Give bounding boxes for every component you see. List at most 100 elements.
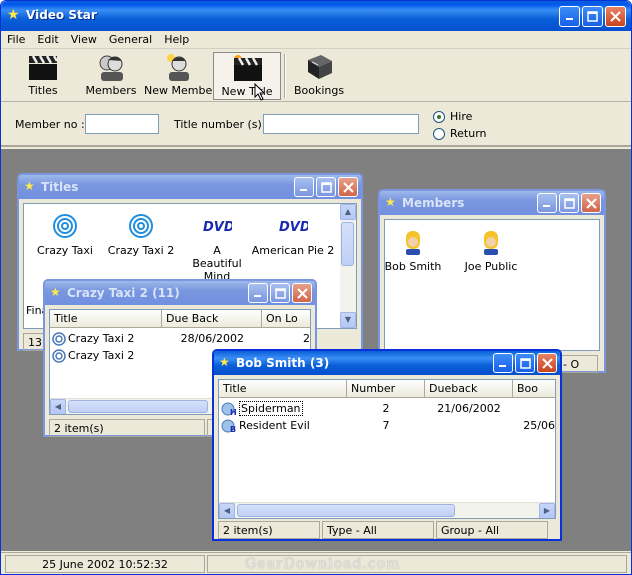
table-row[interactable]: H Spiderman 2 21/06/2002 bbox=[219, 400, 555, 417]
scroll-thumb[interactable] bbox=[68, 400, 208, 413]
row-title: Resident Evil bbox=[239, 419, 310, 432]
titles-window-title: Titles bbox=[41, 180, 79, 194]
crazy-close-button[interactable] bbox=[292, 283, 312, 303]
toolbar-separator bbox=[284, 54, 286, 98]
new-member-icon bbox=[167, 54, 189, 81]
scroll-left-button[interactable]: ◀ bbox=[50, 399, 66, 414]
titles-vertical-scrollbar[interactable]: ▲ ▼ bbox=[340, 204, 356, 328]
column-header-dueback[interactable]: Dueback bbox=[425, 380, 513, 398]
members-status-text: - O bbox=[558, 355, 598, 373]
status-datetime: 25 June 2002 10:52:32 bbox=[5, 555, 205, 573]
hire-form: Member no : Title number (s) : Hire Retu… bbox=[1, 103, 631, 147]
return-radio-dot[interactable] bbox=[433, 127, 445, 140]
disc-hire-icon: H bbox=[221, 402, 237, 416]
titles-button[interactable]: Titles bbox=[10, 52, 76, 100]
member-no-input[interactable] bbox=[85, 114, 159, 134]
title-item[interactable]: Crazy Taxi bbox=[25, 208, 105, 257]
scroll-down-button[interactable]: ▼ bbox=[340, 312, 356, 328]
members-minimize-button[interactable] bbox=[537, 193, 557, 213]
member-item[interactable]: Joe Public bbox=[451, 224, 531, 273]
table-row[interactable]: B Resident Evil 7 25/06 bbox=[219, 417, 555, 434]
bob-status-group: Group - All bbox=[436, 521, 548, 539]
titles-window-titlebar[interactable]: ★ Titles bbox=[19, 175, 361, 199]
menu-file[interactable]: File bbox=[1, 31, 31, 48]
hire-radio-label: Hire bbox=[450, 110, 473, 123]
mouse-cursor-icon bbox=[254, 83, 266, 101]
scroll-left-button[interactable]: ◀ bbox=[219, 503, 235, 518]
bob-smith-window-titlebar[interactable]: ★ Bob Smith (3) bbox=[214, 351, 560, 375]
scroll-right-button[interactable]: ▶ bbox=[539, 503, 555, 518]
maximize-icon bbox=[320, 182, 332, 193]
dvd-logo-icon: DVD bbox=[279, 220, 308, 235]
maximize-icon bbox=[563, 198, 575, 209]
members-window-titlebar[interactable]: ★ Members bbox=[380, 191, 604, 215]
column-header-on-loan[interactable]: On Lo bbox=[262, 310, 310, 328]
close-button[interactable] bbox=[605, 6, 626, 27]
new-member-button[interactable]: New Member bbox=[144, 52, 217, 100]
titles-maximize-button[interactable] bbox=[316, 177, 336, 197]
crazy-maximize-button[interactable] bbox=[270, 283, 290, 303]
title-bar[interactable]: ★ Video Star bbox=[1, 1, 631, 31]
return-radio[interactable]: Return bbox=[433, 127, 487, 140]
title-item-label: Crazy Taxi 2 bbox=[107, 244, 175, 257]
titles-label: Titles bbox=[28, 84, 58, 97]
member-no-label: Member no : bbox=[15, 118, 85, 131]
title-item-label: American Pie 2 bbox=[251, 244, 335, 257]
title-item-label: A Beautiful Mind bbox=[192, 244, 242, 283]
new-member-label: New Member bbox=[144, 84, 217, 97]
star-icon: ★ bbox=[219, 355, 230, 369]
crazy-minimize-button[interactable] bbox=[248, 283, 268, 303]
svg-text:B: B bbox=[230, 425, 236, 433]
title-number-input[interactable] bbox=[263, 114, 419, 134]
scroll-up-button[interactable]: ▲ bbox=[340, 204, 356, 220]
maximize-button[interactable] bbox=[582, 6, 603, 27]
column-header-number[interactable]: Number bbox=[347, 380, 425, 398]
title-item[interactable]: Crazy Taxi 2 bbox=[101, 208, 181, 257]
minimize-button[interactable] bbox=[559, 6, 580, 27]
star-icon: ★ bbox=[24, 179, 35, 193]
crazy-status-count: 2 item(s) bbox=[49, 419, 205, 437]
titles-minimize-button[interactable] bbox=[294, 177, 314, 197]
bob-horizontal-scrollbar[interactable]: ◀ ▶ bbox=[219, 502, 555, 518]
menu-help[interactable]: Help bbox=[158, 31, 195, 48]
bob-status-count: 2 item(s) bbox=[218, 521, 320, 539]
new-title-button[interactable]: New Title bbox=[213, 52, 281, 101]
members-maximize-button[interactable] bbox=[559, 193, 579, 213]
menu-view[interactable]: View bbox=[65, 31, 103, 48]
member-item[interactable]: Bob Smith bbox=[385, 224, 453, 273]
hire-radio-dot[interactable] bbox=[433, 110, 445, 123]
close-icon bbox=[296, 288, 308, 299]
title-item-label: Crazy Taxi bbox=[37, 244, 93, 257]
bob-maximize-button[interactable] bbox=[515, 353, 535, 373]
title-item[interactable]: DVD American Pie 2 bbox=[251, 208, 335, 257]
column-header-title[interactable]: Title bbox=[50, 310, 162, 328]
crazy-taxi-window-titlebar[interactable]: ★ Crazy Taxi 2 (11) bbox=[45, 281, 315, 305]
close-icon bbox=[541, 358, 553, 369]
scroll-thumb[interactable] bbox=[237, 504, 455, 517]
row-due-back: 28/06/2002 bbox=[180, 332, 244, 345]
members-button[interactable]: Members bbox=[78, 52, 144, 100]
crazy-taxi-table-header: Title Due Back On Lo bbox=[50, 310, 310, 328]
column-header-booked[interactable]: Boo bbox=[513, 380, 555, 398]
row-number: 7 bbox=[382, 419, 390, 432]
column-header-due-back[interactable]: Due Back bbox=[162, 310, 262, 328]
table-row[interactable]: Crazy Taxi 2 28/06/2002 2 bbox=[50, 330, 310, 347]
menu-edit[interactable]: Edit bbox=[31, 31, 64, 48]
column-header-title[interactable]: Title bbox=[219, 380, 347, 398]
disc-swirl-icon bbox=[52, 348, 66, 363]
bob-minimize-button[interactable] bbox=[493, 353, 513, 373]
menu-general[interactable]: General bbox=[103, 31, 158, 48]
hire-radio[interactable]: Hire bbox=[433, 110, 472, 123]
disc-booked-icon: B bbox=[221, 419, 236, 433]
bookings-button[interactable]: Bookings bbox=[287, 52, 351, 100]
star-icon: ★ bbox=[7, 7, 20, 23]
titles-close-button[interactable] bbox=[338, 177, 358, 197]
new-title-label: New Title bbox=[221, 85, 273, 98]
title-item[interactable]: DVD A Beautiful Mind bbox=[177, 208, 257, 283]
members-close-button[interactable] bbox=[581, 193, 601, 213]
bob-close-button[interactable] bbox=[537, 353, 557, 373]
svg-text:DVD: DVD bbox=[279, 220, 308, 235]
scroll-thumb[interactable] bbox=[341, 222, 354, 266]
star-icon: ★ bbox=[385, 195, 396, 209]
dvd-logo-icon: DVD bbox=[203, 220, 232, 235]
